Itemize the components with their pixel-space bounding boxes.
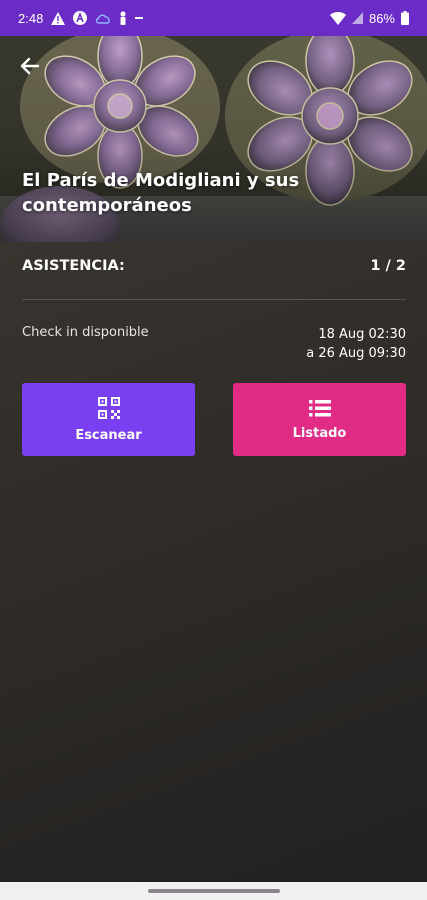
back-button[interactable]: [14, 50, 46, 82]
list-button[interactable]: Listado: [233, 383, 406, 456]
dash-icon: [135, 16, 144, 20]
status-right: 86%: [329, 10, 409, 26]
arrow-left-icon: [20, 57, 40, 75]
status-left: 2:48: [18, 11, 330, 26]
hero-image: El París de Modigliani y sus contemporán…: [0, 36, 427, 242]
status-bar: 2:48 86%: [0, 0, 427, 36]
battery-percent: 86%: [368, 10, 395, 26]
scan-button-label: Escanear: [75, 428, 142, 443]
list-button-label: Listado: [292, 426, 347, 441]
cloud-icon: [95, 13, 111, 24]
wifi-icon: [329, 11, 346, 25]
checkin-label: Check in disponible: [22, 325, 149, 340]
divider: [22, 299, 406, 300]
signal-icon: [351, 12, 363, 24]
app-a-icon: [73, 11, 88, 25]
alert-icon: [51, 11, 66, 25]
home-gesture-handle[interactable]: [148, 889, 280, 893]
event-title: El París de Modigliani y sus contemporán…: [22, 170, 300, 216]
scan-button[interactable]: Escanear: [22, 383, 195, 456]
qr-code-icon: [97, 397, 120, 419]
battery-icon: [401, 11, 409, 25]
status-time: 2:48: [18, 10, 44, 26]
person-icon: [119, 11, 127, 25]
list-icon: [308, 400, 331, 417]
attendance-value: 1 / 2: [370, 258, 406, 274]
checkin-to: a 26 Aug 09:30: [306, 346, 406, 361]
attendance-label: ASISTENCIA:: [22, 258, 125, 274]
attendance-row: ASISTENCIA: 1 / 2: [22, 258, 406, 274]
checkin-dates: 18 Aug 02:30 a 26 Aug 09:30: [306, 325, 406, 363]
checkin-from: 18 Aug 02:30: [318, 327, 406, 342]
